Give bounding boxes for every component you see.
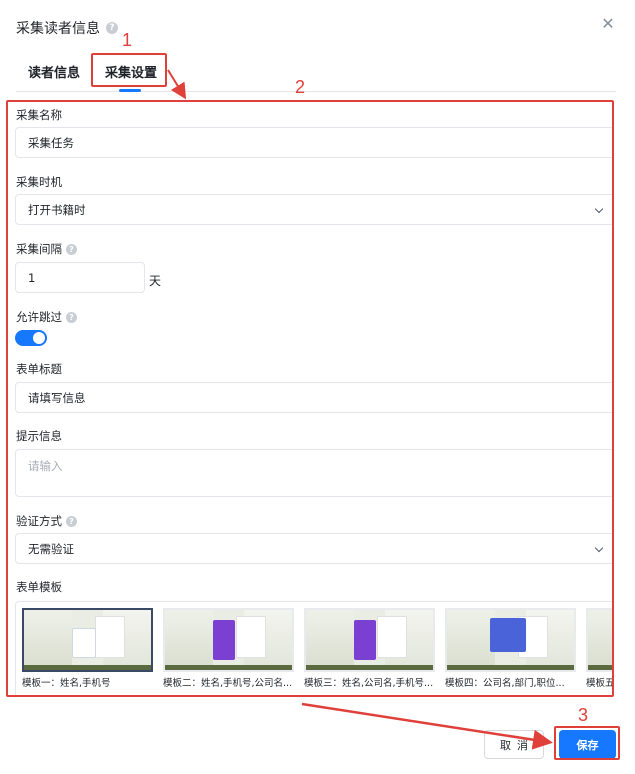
collect-timing-value: 打开书籍时: [28, 202, 86, 217]
template-caption: 模板五: [586, 678, 613, 689]
dialog-title: 采集读者信息: [16, 21, 100, 37]
templates-label: 表单模板: [16, 580, 62, 594]
form-title-label: 表单标题: [16, 362, 62, 376]
template-caption: 模板一：姓名,手机号: [22, 678, 111, 689]
annotation-number-1: 1: [122, 30, 133, 50]
active-tab-indicator: [119, 89, 141, 92]
tab-reader-info[interactable]: 读者信息: [28, 62, 80, 81]
collect-reader-info-dialog: 采集读者信息 ? ✕ 读者信息 采集设置 采集名称 采集任务 采集时机 打开书籍…: [0, 0, 635, 774]
collect-interval-label: 采集间隔?: [16, 241, 77, 257]
hint-textarea[interactable]: 请输入: [15, 449, 613, 497]
verify-method-select[interactable]: 无需验证: [15, 533, 613, 564]
tab-bar: 读者信息 采集设置: [16, 58, 616, 92]
collect-timing-select[interactable]: 打开书籍时: [15, 194, 613, 225]
template-thumbnail: [163, 608, 294, 672]
allow-skip-label: 允许跳过?: [16, 309, 77, 325]
question-circle-icon[interactable]: ?: [66, 244, 77, 255]
template-card-1[interactable]: 模板一：姓名,手机号: [22, 608, 153, 689]
interval-unit: 天: [149, 274, 162, 288]
template-card-2[interactable]: 模板二：姓名,手机号,公司名...: [163, 608, 294, 689]
tab-collect-settings[interactable]: 采集设置: [105, 62, 157, 81]
template-caption: 模板四：公司名,部门,职位...: [445, 678, 565, 689]
annotation-number-2: 2: [295, 77, 306, 97]
template-card-5[interactable]: 模板五: [586, 608, 613, 689]
template-card-4[interactable]: 模板四：公司名,部门,职位...: [445, 608, 576, 689]
template-caption: 模板三：姓名,公司名,手机号...: [304, 678, 434, 689]
template-caption: 模板二：姓名,手机号,公司名...: [163, 678, 293, 689]
template-thumbnail: [445, 608, 576, 672]
template-thumbnail: [22, 608, 153, 672]
close-icon[interactable]: ✕: [601, 16, 615, 32]
switch-knob: [33, 332, 45, 344]
collect-name-input[interactable]: 采集任务: [15, 127, 613, 158]
hint-label: 提示信息: [16, 429, 62, 443]
template-card-3[interactable]: 模板三：姓名,公司名,手机号...: [304, 608, 435, 689]
cancel-button[interactable]: 取消: [484, 730, 544, 759]
collect-interval-input[interactable]: 1: [15, 262, 145, 293]
dialog-header: 采集读者信息 ?: [16, 18, 118, 38]
template-thumbnail: [304, 608, 435, 672]
question-circle-icon[interactable]: ?: [66, 312, 77, 323]
verify-method-value: 无需验证: [28, 541, 74, 556]
save-button[interactable]: 保存: [559, 730, 616, 759]
template-gallery: 模板一：姓名,手机号 模板二：姓名,手机号,公司名... 模板三：姓名,公司名,…: [15, 601, 613, 697]
verify-method-label: 验证方式?: [16, 513, 77, 529]
annotation-number-3: 3: [578, 705, 589, 725]
collect-settings-form: 采集名称 采集任务 采集时机 打开书籍时 采集间隔? 1 天 允许跳过? 表单标…: [6, 100, 613, 697]
collect-timing-label: 采集时机: [16, 175, 62, 189]
collect-name-label: 采集名称: [16, 108, 62, 122]
question-circle-icon[interactable]: ?: [66, 516, 77, 527]
allow-skip-switch[interactable]: [15, 330, 47, 346]
template-thumbnail: [586, 608, 613, 672]
form-title-input[interactable]: 请填写信息: [15, 382, 613, 413]
question-circle-icon[interactable]: ?: [106, 22, 118, 34]
